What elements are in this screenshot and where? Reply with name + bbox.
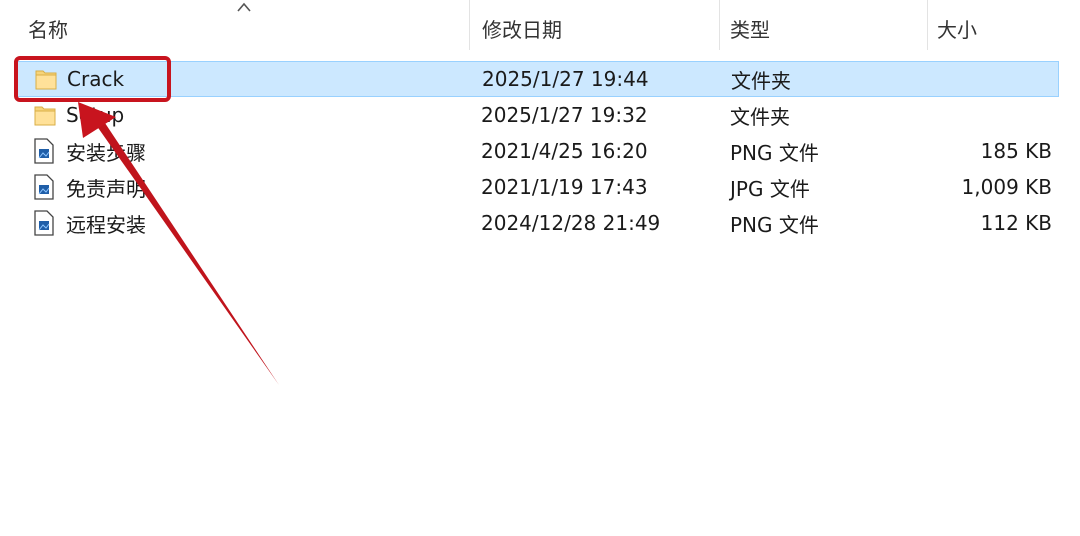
column-header-name[interactable]: 名称 xyxy=(0,0,470,56)
file-date: 2025/1/27 19:32 xyxy=(481,103,648,127)
file-name: Setup xyxy=(66,103,125,127)
file-name: Crack xyxy=(67,67,125,91)
file-date: 2021/4/25 16:20 xyxy=(481,139,648,163)
file-size: 185 KB xyxy=(980,139,1052,163)
column-header-type[interactable]: 类型 xyxy=(720,0,928,56)
file-row-setup[interactable]: Setup 2025/1/27 19:32 文件夹 xyxy=(16,97,1059,133)
column-header-size[interactable]: 大小 xyxy=(928,0,1080,56)
file-name: 安装步骤 xyxy=(66,140,146,165)
column-header-bar: 名称 修改日期 类型 大小 xyxy=(0,0,1080,56)
file-type: JPG 文件 xyxy=(730,176,810,201)
folder-icon xyxy=(34,97,56,133)
file-row-remote-install[interactable]: 远程安装 2024/12/28 21:49 PNG 文件 112 KB xyxy=(16,205,1059,241)
file-type: PNG 文件 xyxy=(730,140,819,165)
file-name: 免责声明 xyxy=(66,176,146,201)
file-row-crack[interactable]: Crack 2025/1/27 19:44 文件夹 xyxy=(16,61,1059,97)
sort-ascending-icon xyxy=(237,2,251,12)
file-name: 远程安装 xyxy=(66,212,146,237)
file-size: 112 KB xyxy=(980,211,1052,235)
file-date: 2021/1/19 17:43 xyxy=(481,175,648,199)
file-row-install-steps[interactable]: 安装步骤 2021/4/25 16:20 PNG 文件 185 KB xyxy=(16,133,1059,169)
folder-icon xyxy=(35,62,57,96)
column-header-date[interactable]: 修改日期 xyxy=(470,0,720,56)
image-file-icon xyxy=(34,133,56,169)
file-type: PNG 文件 xyxy=(730,212,819,237)
file-type: 文件夹 xyxy=(731,68,791,93)
image-file-icon xyxy=(34,169,56,205)
file-row-disclaimer[interactable]: 免责声明 2021/1/19 17:43 JPG 文件 1,009 KB xyxy=(16,169,1059,205)
file-type: 文件夹 xyxy=(730,104,790,129)
image-file-icon xyxy=(34,205,56,241)
file-date: 2024/12/28 21:49 xyxy=(481,211,661,235)
file-explorer-view: 名称 修改日期 类型 大小 Crack 2025/1/27 19:44 文件夹 xyxy=(0,0,1080,536)
file-size: 1,009 KB xyxy=(961,175,1052,199)
file-date: 2025/1/27 19:44 xyxy=(482,67,649,91)
